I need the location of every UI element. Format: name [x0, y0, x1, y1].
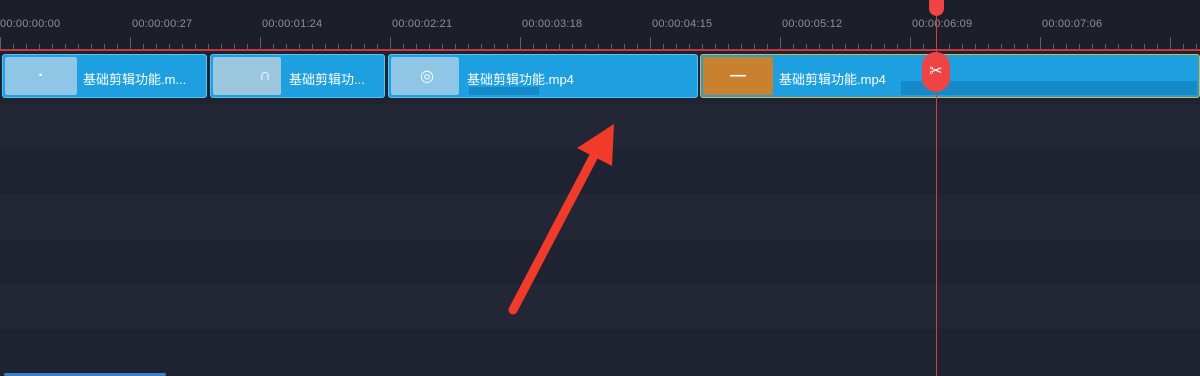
arrow-shaft	[508, 145, 602, 315]
annotation-arrow	[508, 124, 614, 315]
timeline-panel[interactable]: 00:00:00:00 00:00:00:27 00:00:01:24 00:0…	[0, 0, 1200, 376]
